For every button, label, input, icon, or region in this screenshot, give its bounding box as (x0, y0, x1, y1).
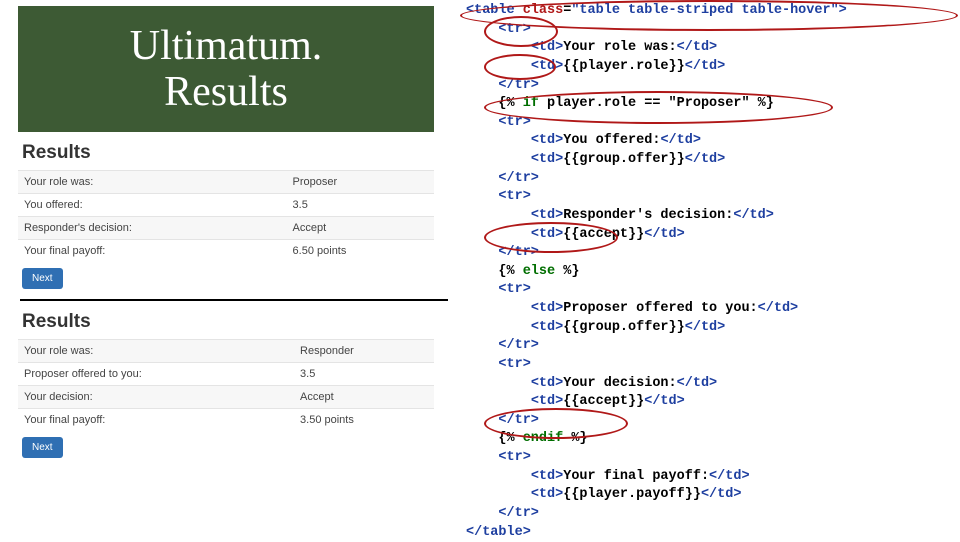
table-row: Your role was:Responder (18, 340, 434, 363)
table-row: Responder's decision:Accept (18, 217, 434, 240)
table-row: You offered:3.5 (18, 194, 434, 217)
table-row: Your decision:Accept (18, 386, 434, 409)
slide-title: Ultimatum.Results (18, 6, 434, 132)
divider (20, 299, 448, 301)
table-row: Your final payoff:6.50 points (18, 240, 434, 263)
next-button[interactable]: Next (22, 268, 63, 289)
table-row: Your final payoff:3.50 points (18, 409, 434, 432)
table-row: Your role was:Proposer (18, 171, 434, 194)
table-row: Proposer offered to you:3.5 (18, 363, 434, 386)
results-panel-responder: Results Your role was:Responder Proposer… (18, 311, 434, 458)
results-table: Your role was:Responder Proposer offered… (18, 339, 434, 431)
results-panel-proposer: Results Your role was:Proposer You offer… (18, 142, 434, 289)
code-snippet: <table class="table table-striped table-… (466, 2, 946, 542)
results-table: Your role was:Proposer You offered:3.5 R… (18, 170, 434, 262)
results-heading: Results (22, 311, 434, 333)
results-heading: Results (22, 142, 434, 164)
next-button[interactable]: Next (22, 437, 63, 458)
